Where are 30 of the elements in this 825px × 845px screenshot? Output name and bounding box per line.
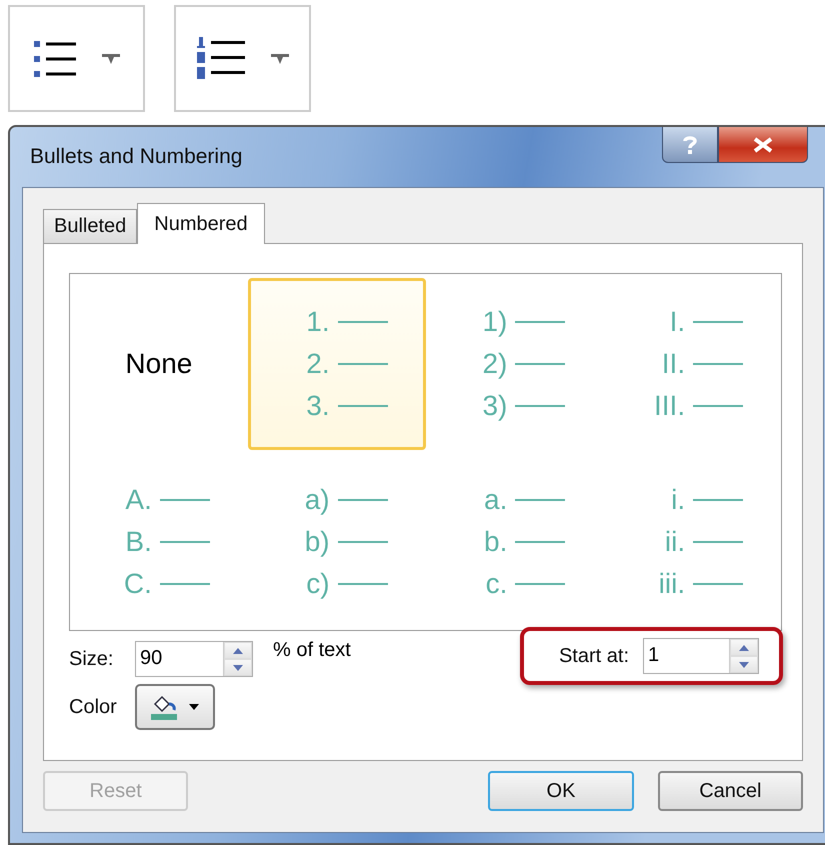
- color-label: Color: [69, 696, 118, 718]
- start-at-spinner[interactable]: 1: [643, 638, 759, 674]
- window-title: Bullets and Numbering: [30, 145, 242, 169]
- numbering-option[interactable]: a. b. c.: [426, 458, 604, 625]
- numbering-option[interactable]: a) b) c): [248, 458, 426, 625]
- tab[interactable]: Numbered: [137, 203, 265, 244]
- numbering-option[interactable]: i. ii. iii.: [603, 458, 781, 625]
- numbering-option[interactable]: 1. 2. 3.: [248, 278, 426, 450]
- numbering-option[interactable]: 1) 2) 3): [426, 278, 604, 450]
- size-spinner[interactable]: 90: [135, 641, 253, 677]
- close-icon: [752, 136, 774, 152]
- dialog-button[interactable]: Cancel: [658, 771, 803, 811]
- size-unit-label: % of text: [273, 639, 351, 662]
- dropdown-arrow-icon: [102, 54, 120, 64]
- paint-bucket-icon: [151, 694, 179, 720]
- dialog-button[interactable]: OK: [488, 771, 634, 811]
- help-button[interactable]: [662, 127, 718, 163]
- numbering-option[interactable]: A. B. C.: [70, 458, 248, 625]
- toolbar-button[interactable]: [174, 5, 311, 112]
- numbering-option[interactable]: None: [70, 278, 248, 450]
- color-button[interactable]: [135, 684, 215, 730]
- tab[interactable]: Bulleted: [43, 209, 138, 243]
- size-label: Size:: [69, 648, 114, 670]
- numbering-option[interactable]: I. II. III.: [603, 278, 781, 450]
- caret-icon: [189, 704, 199, 710]
- dropdown-arrow-icon: [270, 54, 288, 64]
- start-at-label: Start at:: [558, 644, 629, 668]
- help-icon: [683, 134, 697, 154]
- close-button[interactable]: [718, 127, 808, 163]
- toolbar-button[interactable]: [8, 5, 145, 112]
